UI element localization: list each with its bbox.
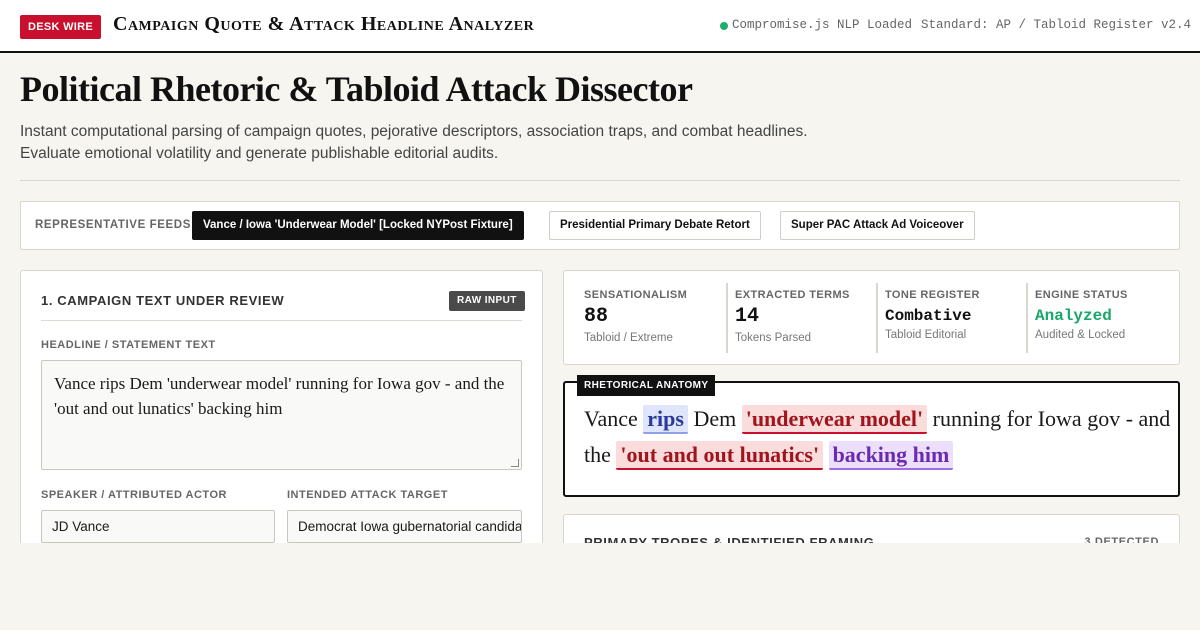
brand-badge: DESK WIRE (20, 15, 102, 39)
panel-divider (41, 320, 522, 321)
stat-extracted-terms: EXTRACTED TERMS 14 Tokens Parsed (735, 289, 850, 344)
stats-panel: SENSATIONALISM 88 Tabloid / Extreme EXTR… (563, 270, 1180, 365)
token-association[interactable]: backing him (828, 441, 954, 470)
stat-sensationalism: SENSATIONALISM 88 Tabloid / Extreme (584, 289, 687, 344)
stat-value: 88 (584, 305, 609, 328)
stat-sub: Tokens Parsed (735, 332, 812, 344)
page-subtitle: Instant computational parsing of campaig… (20, 123, 808, 162)
app-title: Campaign Quote & Attack Headline Analyze… (113, 13, 535, 35)
stat-sub: Audited & Locked (1035, 329, 1126, 341)
raw-input-badge: RAW INPUT (449, 291, 525, 311)
speaker-input[interactable]: JD Vance (41, 510, 275, 543)
page-title: Political Rhetoric & Tabloid Attack Diss… (20, 69, 693, 109)
stat-label: ENGINE STATUS (1035, 289, 1128, 301)
feed-button-super-pac[interactable]: Super PAC Attack Ad Voiceover (780, 211, 975, 240)
input-panel-heading: 1. CAMPAIGN TEXT UNDER REVIEW (41, 293, 285, 308)
standard-label: Standard: AP / Tabloid Register v2.4 (921, 18, 1192, 32)
nlp-status: Compromise.js NLP Loaded (732, 18, 913, 32)
stat-sub: Tabloid / Extreme (584, 332, 673, 344)
headline-textarea[interactable]: Vance rips Dem 'underwear model' running… (41, 360, 522, 470)
stat-sub: Tabloid Editorial (885, 329, 967, 341)
speaker-label: SPEAKER / ATTRIBUTED ACTOR (41, 489, 227, 501)
token-attack-verb[interactable]: rips (643, 405, 688, 434)
token-plain: Dem (693, 406, 737, 431)
stat-tone-register: TONE REGISTER Combative Tabloid Editoria… (885, 289, 980, 341)
feeds-bar: REPRESENTATIVE FEEDS: Vance / Iowa 'Unde… (20, 201, 1180, 250)
stat-value: 14 (735, 305, 760, 328)
feeds-label: REPRESENTATIVE FEEDS: (35, 219, 196, 231)
anatomy-tag: RHETORICAL ANATOMY (577, 375, 716, 396)
anatomy-text: Vance rips Dem 'underwear model' running… (584, 401, 1174, 473)
stat-label: EXTRACTED TERMS (735, 289, 850, 301)
feed-button-primary-debate[interactable]: Presidential Primary Debate Retort (549, 211, 761, 240)
token-pejorative[interactable]: 'underwear model' (741, 405, 928, 434)
status-dot-icon (720, 22, 728, 30)
headline-value: Vance rips Dem 'underwear model' running… (54, 374, 505, 418)
stat-divider (876, 283, 878, 353)
rhetorical-anatomy-panel: RHETORICAL ANATOMY Vance rips Dem 'under… (563, 375, 1180, 497)
token-plain: Vance (584, 406, 638, 431)
target-label: INTENDED ATTACK TARGET (287, 489, 448, 501)
stat-value: Analyzed (1035, 307, 1112, 325)
feed-button-vance-iowa[interactable]: Vance / Iowa 'Underwear Model' [Locked N… (192, 211, 524, 240)
stat-engine-status: ENGINE STATUS Analyzed Audited & Locked (1035, 289, 1128, 341)
section-divider (20, 180, 1180, 181)
stat-divider (1026, 283, 1028, 353)
target-input[interactable]: Democrat Iowa gubernatorial candidate (287, 510, 522, 543)
headline-label: HEADLINE / STATEMENT TEXT (41, 339, 216, 351)
token-pejorative[interactable]: 'out and out lunatics' (616, 441, 824, 470)
stat-label: SENSATIONALISM (584, 289, 688, 301)
page-bottom-area (0, 543, 1200, 630)
resize-handle-icon[interactable] (511, 459, 519, 467)
stat-divider (726, 283, 728, 353)
stat-value: Combative (885, 307, 972, 325)
top-bar: DESK WIRE Campaign Quote & Attack Headli… (0, 0, 1200, 53)
stat-label: TONE REGISTER (885, 289, 980, 301)
